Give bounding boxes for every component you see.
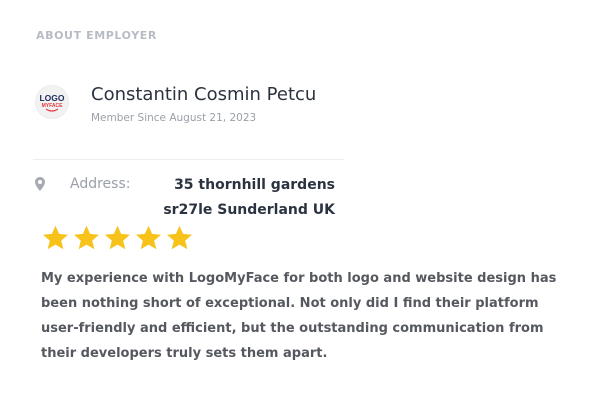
member-since: Member Since August 21, 2023 — [91, 112, 257, 124]
star-icon — [43, 225, 68, 250]
star-icon — [136, 225, 161, 250]
review-text: My experience with LogoMyFace for both l… — [41, 271, 557, 361]
employer-logo: LOGO MYFACE — [35, 85, 69, 119]
logo-text-bottom: MYFACE — [42, 103, 64, 109]
logo-text-top: LOGO — [39, 93, 64, 103]
star-rating — [41, 224, 194, 252]
map-pin-icon — [35, 177, 45, 191]
star-icon — [167, 225, 192, 250]
divider — [33, 159, 344, 160]
address-label: Address: — [70, 176, 131, 192]
section-title: ABOUT EMPLOYER — [36, 29, 157, 42]
logomyface-logo-icon: LOGO MYFACE — [39, 93, 65, 112]
employer-name[interactable]: Constantin Cosmin Petcu — [91, 84, 316, 105]
address-line-2: sr27le Sunderland UK — [163, 202, 335, 218]
star-icon — [74, 225, 99, 250]
address-line-1: 35 thornhill gardens — [174, 177, 335, 193]
star-icon — [105, 225, 130, 250]
